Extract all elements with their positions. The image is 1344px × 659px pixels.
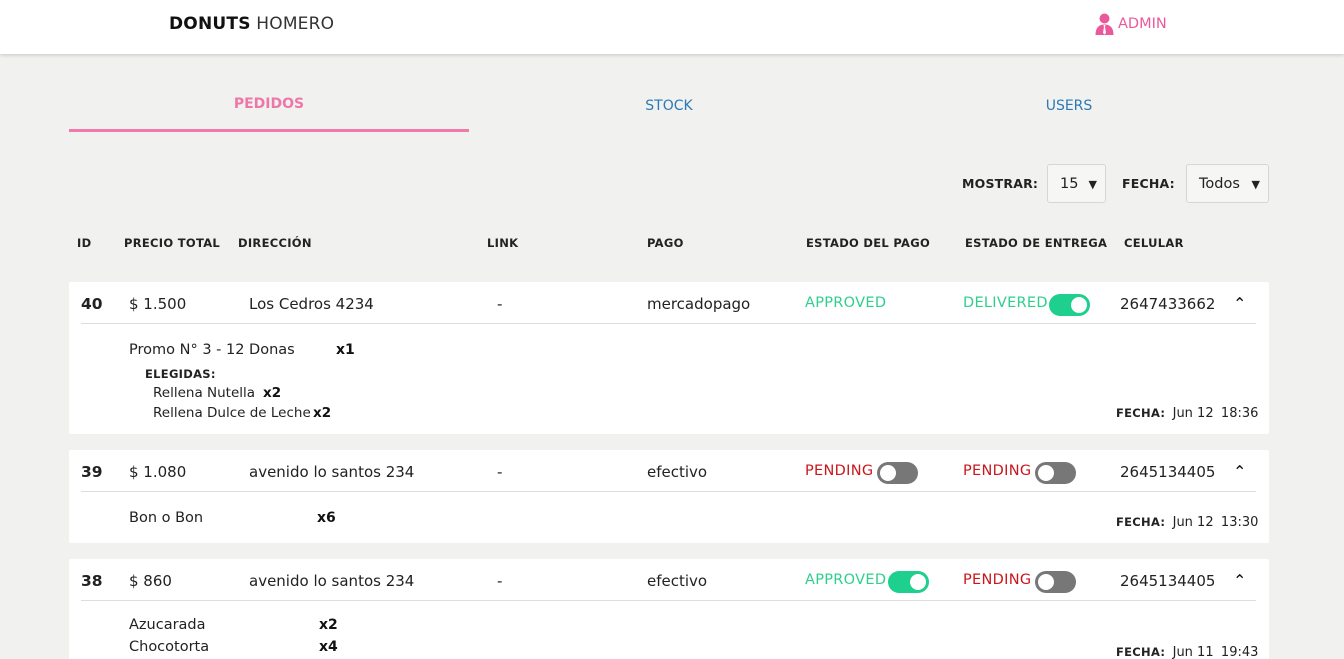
order-celular: 2645134405 bbox=[1120, 572, 1216, 590]
user-icon bbox=[1095, 13, 1114, 35]
fecha-select[interactable]: Todos ▼ bbox=[1186, 164, 1269, 203]
chevron-down-icon: ▼ bbox=[1251, 178, 1260, 191]
tab-stock-label: STOCK bbox=[645, 98, 693, 114]
elegida-qty: x2 bbox=[263, 385, 282, 401]
order-link: - bbox=[497, 295, 503, 313]
divider bbox=[81, 600, 1256, 601]
brand-light: HOMERO bbox=[256, 14, 335, 34]
order-fecha: FECHA: Jun 11 19:43 bbox=[1116, 645, 1258, 659]
order-fecha: FECHA: Jun 12 13:30 bbox=[1116, 515, 1258, 530]
order-card: 38 $ 860 avenido lo santos 234 - efectiv… bbox=[69, 559, 1269, 659]
item-name: Bon o Bon bbox=[129, 510, 204, 526]
col-id: ID bbox=[77, 236, 92, 250]
estado-pago-badge: APPROVED bbox=[805, 295, 887, 311]
order-row[interactable]: 38 $ 860 avenido lo santos 234 - efectiv… bbox=[69, 559, 1269, 601]
tab-pedidos-label: PEDIDOS bbox=[233, 96, 305, 112]
fecha-label: FECHA: bbox=[1116, 515, 1166, 529]
elegidas-label: ELEGIDAS: bbox=[145, 367, 216, 381]
mostrar-value: 15 bbox=[1060, 175, 1079, 192]
item-name: Promo N° 3 - 12 Donas bbox=[129, 342, 295, 358]
divider bbox=[81, 323, 1256, 324]
order-row[interactable]: 40 $ 1.500 Los Cedros 4234 - mercadopago… bbox=[69, 282, 1269, 324]
col-direccion: DIRECCIÓN bbox=[238, 236, 312, 250]
brand-bold: DONUTS bbox=[169, 14, 251, 34]
item-qty: x2 bbox=[319, 617, 338, 633]
item-qty: x6 bbox=[317, 510, 336, 526]
order-precio: $ 1.500 bbox=[129, 295, 187, 313]
order-id: 40 bbox=[81, 295, 103, 313]
tab-users[interactable]: USERS bbox=[869, 84, 1269, 132]
estado-pago-toggle[interactable] bbox=[888, 571, 929, 593]
fecha-time: 18:36 bbox=[1220, 406, 1259, 421]
fecha-value: Todos bbox=[1199, 175, 1240, 192]
fecha-filter-label: FECHA: bbox=[1122, 176, 1175, 191]
col-precio-total: PRECIO TOTAL bbox=[124, 236, 221, 250]
mostrar-select[interactable]: 15 ▼ bbox=[1047, 164, 1106, 203]
estado-entrega-toggle[interactable] bbox=[1049, 294, 1090, 316]
col-estado-entrega: ESTADO DE ENTREGA bbox=[965, 236, 1108, 250]
estado-entrega-toggle[interactable] bbox=[1035, 571, 1076, 593]
fecha-time: 13:30 bbox=[1220, 515, 1259, 530]
col-celular: CELULAR bbox=[1124, 236, 1184, 250]
col-link: LINK bbox=[487, 236, 519, 250]
order-card: 39 $ 1.080 avenido lo santos 234 - efect… bbox=[69, 450, 1269, 543]
col-estado-pago: ESTADO DEL PAGO bbox=[806, 236, 931, 250]
fecha-label: FECHA: bbox=[1116, 406, 1166, 420]
order-card: 40 $ 1.500 Los Cedros 4234 - mercadopago… bbox=[69, 282, 1269, 434]
divider bbox=[81, 491, 1256, 492]
fecha-day: Jun 12 bbox=[1172, 406, 1214, 421]
admin-menu[interactable]: ADMIN bbox=[1095, 13, 1167, 35]
order-precio: $ 1.080 bbox=[129, 463, 187, 481]
item-qty: x4 bbox=[319, 639, 338, 655]
item-name: Azucarada bbox=[129, 617, 206, 633]
tab-users-label: USERS bbox=[1045, 98, 1093, 114]
chevron-down-icon: ▼ bbox=[1088, 178, 1097, 191]
order-celular: 2645134405 bbox=[1120, 463, 1216, 481]
tab-stock[interactable]: STOCK bbox=[469, 84, 869, 132]
order-pago: efectivo bbox=[647, 463, 708, 481]
order-fecha: FECHA: Jun 12 18:36 bbox=[1116, 406, 1258, 421]
fecha-day: Jun 11 bbox=[1172, 645, 1214, 659]
fecha-time: 19:43 bbox=[1220, 645, 1259, 659]
estado-entrega-badge: DELIVERED bbox=[963, 295, 1048, 311]
fecha-day: Jun 12 bbox=[1172, 515, 1214, 530]
order-row[interactable]: 39 $ 1.080 avenido lo santos 234 - efect… bbox=[69, 450, 1269, 492]
collapse-icon[interactable]: ⌃ bbox=[1233, 294, 1246, 313]
col-pago: PAGO bbox=[647, 236, 684, 250]
order-link: - bbox=[497, 463, 503, 481]
admin-label: ADMIN bbox=[1118, 16, 1167, 32]
item-name: Chocotorta bbox=[129, 639, 210, 655]
collapse-icon[interactable]: ⌃ bbox=[1233, 462, 1246, 481]
top-navbar: DONUTS HOMERO ADMIN bbox=[0, 0, 1344, 54]
estado-pago-badge: PENDING bbox=[805, 463, 874, 479]
estado-entrega-toggle[interactable] bbox=[1035, 462, 1076, 484]
elegida-qty: x2 bbox=[313, 405, 332, 421]
estado-entrega-badge: PENDING bbox=[963, 572, 1032, 588]
fecha-label: FECHA: bbox=[1116, 645, 1166, 659]
tab-bar: PEDIDOS STOCK USERS bbox=[69, 84, 1269, 132]
collapse-icon[interactable]: ⌃ bbox=[1233, 571, 1246, 590]
elegida-name: Rellena Dulce de Leche bbox=[153, 405, 311, 421]
order-id: 38 bbox=[81, 572, 103, 590]
tab-pedidos[interactable]: PEDIDOS bbox=[69, 84, 469, 132]
order-celular: 2647433662 bbox=[1120, 295, 1216, 313]
estado-pago-toggle[interactable] bbox=[877, 462, 918, 484]
order-pago: efectivo bbox=[647, 572, 708, 590]
estado-pago-badge: APPROVED bbox=[805, 572, 887, 588]
order-direccion: Los Cedros 4234 bbox=[249, 295, 374, 313]
order-id: 39 bbox=[81, 463, 103, 481]
order-link: - bbox=[497, 572, 503, 590]
order-direccion: avenido lo santos 234 bbox=[249, 463, 415, 481]
item-qty: x1 bbox=[336, 342, 355, 358]
brand-logo[interactable]: DONUTS HOMERO bbox=[169, 14, 334, 34]
elegida-name: Rellena Nutella bbox=[153, 385, 256, 401]
order-precio: $ 860 bbox=[129, 572, 172, 590]
order-pago: mercadopago bbox=[647, 295, 751, 313]
order-direccion: avenido lo santos 234 bbox=[249, 572, 415, 590]
mostrar-label: MOSTRAR: bbox=[962, 176, 1039, 191]
estado-entrega-badge: PENDING bbox=[963, 463, 1032, 479]
